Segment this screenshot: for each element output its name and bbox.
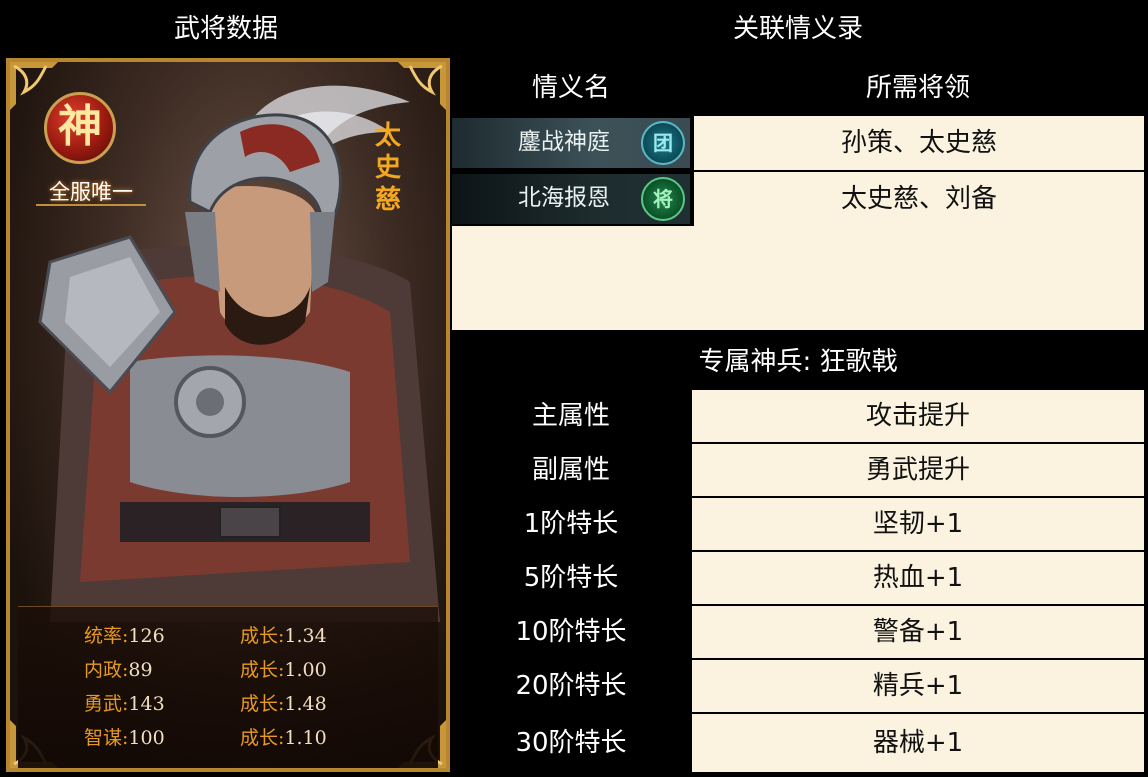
exclusive-weapon-header: 专属神兵: 狂歌戟: [698, 347, 898, 377]
hero-name-char: 太: [374, 121, 401, 151]
stat-intellect: 智谋:100: [84, 727, 165, 749]
stat-politics: 内政:89: [84, 659, 153, 681]
weapon-attr-label: 10阶特长: [515, 617, 627, 647]
weapon-attr-label: 1阶特长: [523, 509, 619, 539]
hero-name-char: 慈: [374, 185, 401, 215]
stat-politics-growth: 成长:1.00: [240, 659, 327, 681]
jiang-icon: 将: [641, 177, 685, 221]
hero-card: 神 全服唯一 太 史 慈 统率:126 成长:1.34 内政:89 成长:1.0…: [6, 58, 450, 772]
weapon-attr-label: 30阶特长: [515, 728, 627, 758]
hero-name-char: 史: [374, 153, 401, 183]
corner-ornament-icon: [394, 62, 446, 114]
weapon-attr-value: 精兵+1: [692, 660, 1144, 712]
weapon-attr-value: 勇武提升: [692, 444, 1144, 496]
god-rank-badge: 神: [44, 92, 116, 164]
bonds-empty-area: [452, 226, 1144, 330]
stat-leadership-growth: 成长:1.34: [240, 625, 327, 647]
bond-required-generals: 太史慈、刘备: [694, 172, 1144, 226]
bond-name-label: 北海报恩: [518, 185, 610, 211]
bonds-header: 关联情义录: [732, 14, 863, 44]
weapon-attr-value: 攻击提升: [692, 390, 1144, 442]
stat-valor-growth: 成长:1.48: [240, 693, 327, 715]
weapon-attr-label: 5阶特长: [523, 563, 619, 593]
hero-name: 太 史 慈: [370, 120, 406, 216]
weapon-attr-label: 20阶特长: [515, 671, 627, 701]
stat-intellect-growth: 成长:1.10: [240, 727, 327, 749]
hero-data-header: 武将数据: [173, 14, 278, 44]
stat-valor: 勇武:143: [84, 693, 165, 715]
weapon-attr-value: 热血+1: [692, 552, 1144, 604]
stat-leadership: 统率:126: [84, 625, 165, 647]
weapon-attr-label: 主属性: [531, 401, 610, 431]
weapon-attr-value: 坚韧+1: [692, 498, 1144, 550]
stats-panel: 统率:126 成长:1.34 内政:89 成长:1.00 勇武:143 成长:1…: [18, 606, 438, 768]
bond-required-generals: 孙策、太史慈: [694, 116, 1144, 170]
bond-name-label: 鏖战神庭: [518, 129, 610, 155]
weapon-attr-label: 副属性: [531, 455, 610, 485]
bond-name-column-header: 情义名: [531, 73, 610, 103]
weapon-attr-value: 器械+1: [692, 714, 1144, 772]
server-unique-label: 全服唯一: [36, 178, 146, 206]
weapon-attr-value: 警备+1: [692, 606, 1144, 658]
tuan-icon: 团: [641, 121, 685, 165]
required-generals-column-header: 所需将领: [865, 73, 970, 103]
